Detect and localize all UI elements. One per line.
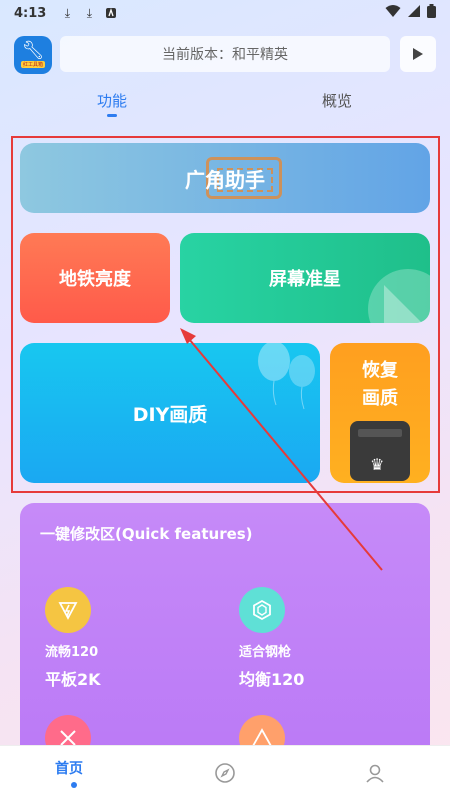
quick-item-name: 适合钢枪 [239,645,292,660]
lightning-icon [45,587,91,633]
quick-item-gunfight[interactable]: 适合钢枪 均衡120 [239,587,304,690]
restore-label-2: 画质 [362,388,398,409]
tab-overview[interactable]: 概览 [322,90,352,111]
status-bar: 4:13 ⤓ ⤓ [0,0,450,26]
wifi-icon [385,4,401,22]
notification-icon [104,6,118,20]
quick-item-smooth[interactable]: 流畅120 平板2K [45,587,101,690]
subway-brightness-label: 地铁亮度 [59,269,131,290]
play-button[interactable] [400,36,436,72]
bottom-navigation: 首页 [0,745,450,800]
nav-active-dot [71,782,77,788]
wrench-icon: 🔧︎ [21,40,45,61]
logo-label: 红工具箱 [20,61,45,68]
tab-indicator [107,114,117,117]
download-icon: ⤓ [64,5,70,20]
quick-item-value: 平板2K [45,670,101,689]
version-selector[interactable]: 当前版本：和平精英 [60,36,390,72]
signal-icon [407,4,421,22]
crosshair-label: 屏幕准星 [269,269,341,290]
tab-functions[interactable]: 功能 [97,90,127,111]
play-icon [413,48,423,60]
download-icon: ⤓ [86,5,92,20]
quick-item-name: 流畅120 [45,645,99,660]
battery-icon [427,4,436,22]
compass-icon[interactable] [214,762,236,784]
hexagon-icon [239,587,285,633]
wide-angle-label: 广角助手 [185,167,265,192]
restore-label-1: 恢复 [362,360,398,381]
user-icon[interactable] [364,762,386,784]
quick-item-value: 均衡120 [239,670,305,689]
tab-bar: 功能 概览 [0,84,450,124]
status-time: 4:13 [14,5,47,21]
quick-features-title: 一键修改区(Quick features) [40,525,253,543]
app-logo[interactable]: 🔧︎ 红工具箱 [14,36,52,74]
app-header: 🔧︎ 红工具箱 当前版本：和平精英 [0,32,450,78]
diy-quality-label: DIY画质 [132,403,208,426]
nav-home[interactable]: 首页 [55,758,83,778]
